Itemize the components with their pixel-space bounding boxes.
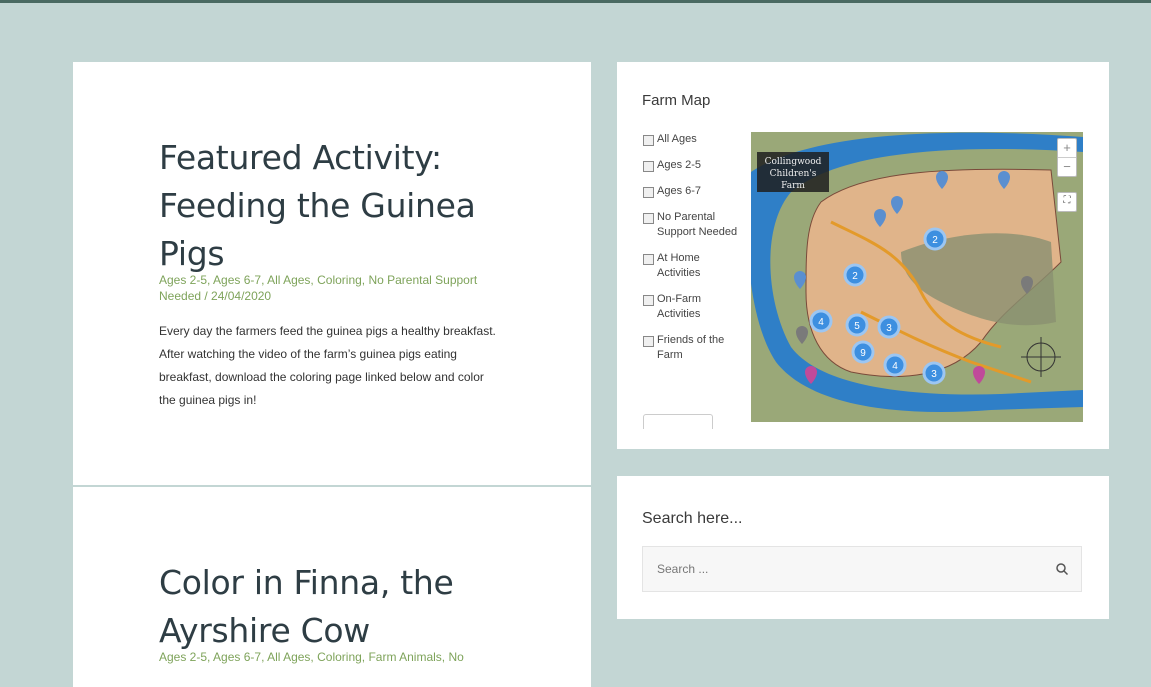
- map-canvas[interactable]: Collingwood Children's Farm 2 2 4 5 3 9 …: [751, 132, 1083, 422]
- filter-label: All Ages: [657, 133, 697, 145]
- filter-friends-of-farm[interactable]: Friends of the Farm: [643, 333, 743, 363]
- map-cluster[interactable]: 5: [845, 313, 869, 337]
- search-form: [642, 546, 1082, 592]
- filter-more-box[interactable]: [643, 414, 713, 429]
- widget-title: Search here...: [642, 510, 743, 527]
- svg-text:9: 9: [860, 348, 866, 359]
- checkbox[interactable]: [643, 295, 654, 306]
- filter-ages-6-7[interactable]: Ages 6-7: [643, 184, 743, 199]
- filter-at-home[interactable]: At Home Activities: [643, 251, 743, 281]
- map-cluster[interactable]: 2: [843, 263, 867, 287]
- zoom-control: + −: [1057, 138, 1077, 177]
- filter-label: Ages 6-7: [657, 185, 702, 197]
- svg-text:2: 2: [932, 235, 938, 246]
- checkbox[interactable]: [643, 161, 654, 172]
- map-cluster[interactable]: 4: [809, 309, 833, 333]
- filter-label: Friends of the Farm: [657, 334, 725, 361]
- post-title-link[interactable]: Featured Activity: Feeding the Guinea Pi…: [159, 134, 519, 278]
- banner-line: Farm: [781, 181, 805, 191]
- zoom-out-button[interactable]: −: [1058, 157, 1076, 176]
- farm-map[interactable]: Collingwood Children's Farm 2 2 4 5 3 9 …: [751, 132, 1083, 422]
- search-input[interactable]: [643, 547, 1071, 591]
- widget-title: Farm Map: [642, 92, 711, 109]
- top-border: [0, 0, 1151, 3]
- banner-line: Collingwood: [765, 157, 822, 167]
- checkbox[interactable]: [643, 213, 654, 224]
- search-icon[interactable]: [1055, 562, 1069, 576]
- filter-ages-2-5[interactable]: Ages 2-5: [643, 158, 743, 173]
- map-cluster[interactable]: 2: [923, 227, 947, 251]
- post-excerpt: Every day the farmers feed the guinea pi…: [159, 324, 496, 407]
- filter-label: On-Farm Activities: [657, 293, 701, 320]
- banner-line: Children's: [770, 169, 817, 179]
- map-cluster[interactable]: 4: [883, 353, 907, 377]
- map-filter-list: All Ages Ages 2-5 Ages 6-7 No Parental S…: [643, 132, 743, 424]
- fullscreen-icon[interactable]: ⛶: [1057, 192, 1077, 212]
- svg-text:3: 3: [931, 369, 937, 380]
- post-title-link[interactable]: Color in Finna, the Ayrshire Cow: [159, 559, 519, 655]
- filter-all-ages[interactable]: All Ages: [643, 132, 743, 147]
- map-cluster[interactable]: 3: [922, 361, 946, 385]
- checkbox[interactable]: [643, 336, 654, 347]
- farm-map-widget: Farm Map All Ages Ages 2-5 Ages 6-7 No P…: [617, 62, 1109, 449]
- post-meta[interactable]: Ages 2-5, Ages 6-7, All Ages, Coloring, …: [159, 649, 519, 665]
- svg-text:3: 3: [886, 323, 892, 334]
- checkbox[interactable]: [643, 254, 654, 265]
- filter-on-farm[interactable]: On-Farm Activities: [643, 292, 743, 322]
- svg-text:2: 2: [852, 271, 858, 282]
- post-card: Featured Activity: Feeding the Guinea Pi…: [73, 62, 591, 485]
- filter-label: No Parental Support Needed: [657, 211, 738, 238]
- post-card: Color in Finna, the Ayrshire Cow Ages 2-…: [73, 487, 591, 687]
- post-meta[interactable]: Ages 2-5, Ages 6-7, All Ages, Coloring, …: [159, 272, 519, 304]
- svg-text:4: 4: [818, 317, 824, 328]
- filter-no-parental-support[interactable]: No Parental Support Needed: [643, 210, 743, 240]
- search-widget: Search here...: [617, 476, 1109, 619]
- svg-text:5: 5: [854, 321, 860, 332]
- svg-text:4: 4: [892, 361, 898, 372]
- filter-label: At Home Activities: [657, 252, 701, 279]
- filter-label: Ages 2-5: [657, 159, 702, 171]
- checkbox[interactable]: [643, 187, 654, 198]
- map-cluster[interactable]: 3: [877, 315, 901, 339]
- zoom-in-button[interactable]: +: [1058, 139, 1076, 157]
- map-cluster[interactable]: 9: [851, 340, 875, 364]
- checkbox[interactable]: [643, 135, 654, 146]
